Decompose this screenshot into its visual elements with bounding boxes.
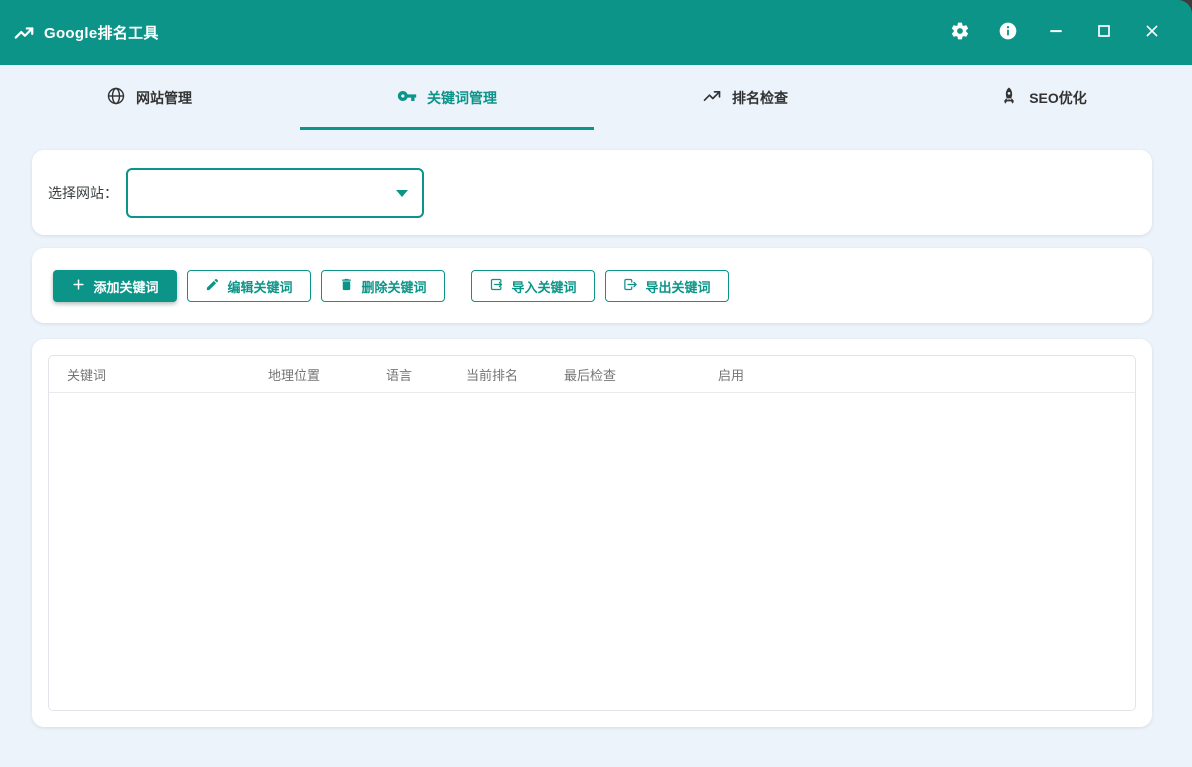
tab-label: 关键词管理 (427, 88, 497, 108)
site-select-label: 选择网站： (48, 183, 118, 203)
trash-icon (339, 277, 354, 295)
minimize-icon (1046, 21, 1066, 44)
gear-icon (950, 21, 970, 44)
globe-icon (106, 86, 126, 109)
tab-keyword-management[interactable]: 关键词管理 (298, 65, 596, 130)
window-title: Google排名工具 (44, 22, 159, 43)
button-label: 编辑关键词 (227, 277, 292, 296)
info-button[interactable] (996, 20, 1020, 44)
tab-label: SEO优化 (1029, 88, 1087, 108)
trending-up-icon (13, 22, 35, 44)
settings-button[interactable] (948, 20, 972, 44)
column-header-enabled: 启用 (700, 365, 1135, 384)
column-header-last-check: 最后检查 (546, 365, 700, 384)
plus-icon (71, 277, 86, 295)
export-keyword-button[interactable]: 导出关键词 (605, 270, 729, 302)
close-button[interactable] (1140, 20, 1164, 44)
tab-rank-check[interactable]: 排名检查 (596, 65, 894, 130)
rocket-icon (999, 86, 1019, 109)
main-tabbar: 网站管理 关键词管理 排名检查 (0, 65, 1192, 130)
keyword-table: 关键词 地理位置 语言 当前排名 最后检查 启用 (48, 355, 1136, 711)
add-keyword-button[interactable]: 添加关键词 (53, 270, 177, 302)
maximize-icon (1094, 21, 1114, 44)
tab-site-management[interactable]: 网站管理 (0, 65, 298, 130)
tab-seo-optimization[interactable]: SEO优化 (894, 65, 1192, 130)
column-header-rank: 当前排名 (448, 365, 546, 384)
edit-keyword-button[interactable]: 编辑关键词 (187, 270, 311, 302)
titlebar: Google排名工具 (0, 0, 1192, 65)
keyword-toolbar-card: 添加关键词 编辑关键词 删除关键词 (32, 248, 1152, 323)
active-tab-indicator (300, 127, 594, 130)
chevron-down-icon (396, 190, 408, 197)
button-label: 导出关键词 (645, 277, 710, 296)
maximize-button[interactable] (1092, 20, 1116, 44)
keyword-table-card: 关键词 地理位置 语言 当前排名 最后检查 启用 (32, 339, 1152, 727)
tab-label: 排名检查 (732, 88, 788, 108)
close-icon (1142, 21, 1162, 44)
column-header-keyword: 关键词 (49, 365, 250, 384)
app-window: Google排名工具 (0, 0, 1192, 767)
button-label: 导入关键词 (511, 277, 576, 296)
delete-keyword-button[interactable]: 删除关键词 (321, 270, 445, 302)
table-header-row: 关键词 地理位置 语言 当前排名 最后检查 启用 (49, 356, 1135, 393)
import-icon (489, 277, 504, 295)
button-label: 删除关键词 (361, 277, 426, 296)
import-keyword-button[interactable]: 导入关键词 (471, 270, 595, 302)
tab-label: 网站管理 (136, 88, 192, 108)
table-body-empty (49, 393, 1135, 710)
minimize-button[interactable] (1044, 20, 1068, 44)
info-icon (998, 21, 1018, 44)
site-selector-card: 选择网站： (32, 150, 1152, 235)
column-header-location: 地理位置 (250, 365, 368, 384)
column-header-language: 语言 (368, 365, 448, 384)
trending-up-icon (702, 86, 722, 109)
button-label: 添加关键词 (93, 277, 158, 296)
key-icon (397, 86, 417, 109)
pencil-icon (205, 277, 220, 295)
site-select-dropdown[interactable] (126, 168, 424, 218)
export-icon (623, 277, 638, 295)
